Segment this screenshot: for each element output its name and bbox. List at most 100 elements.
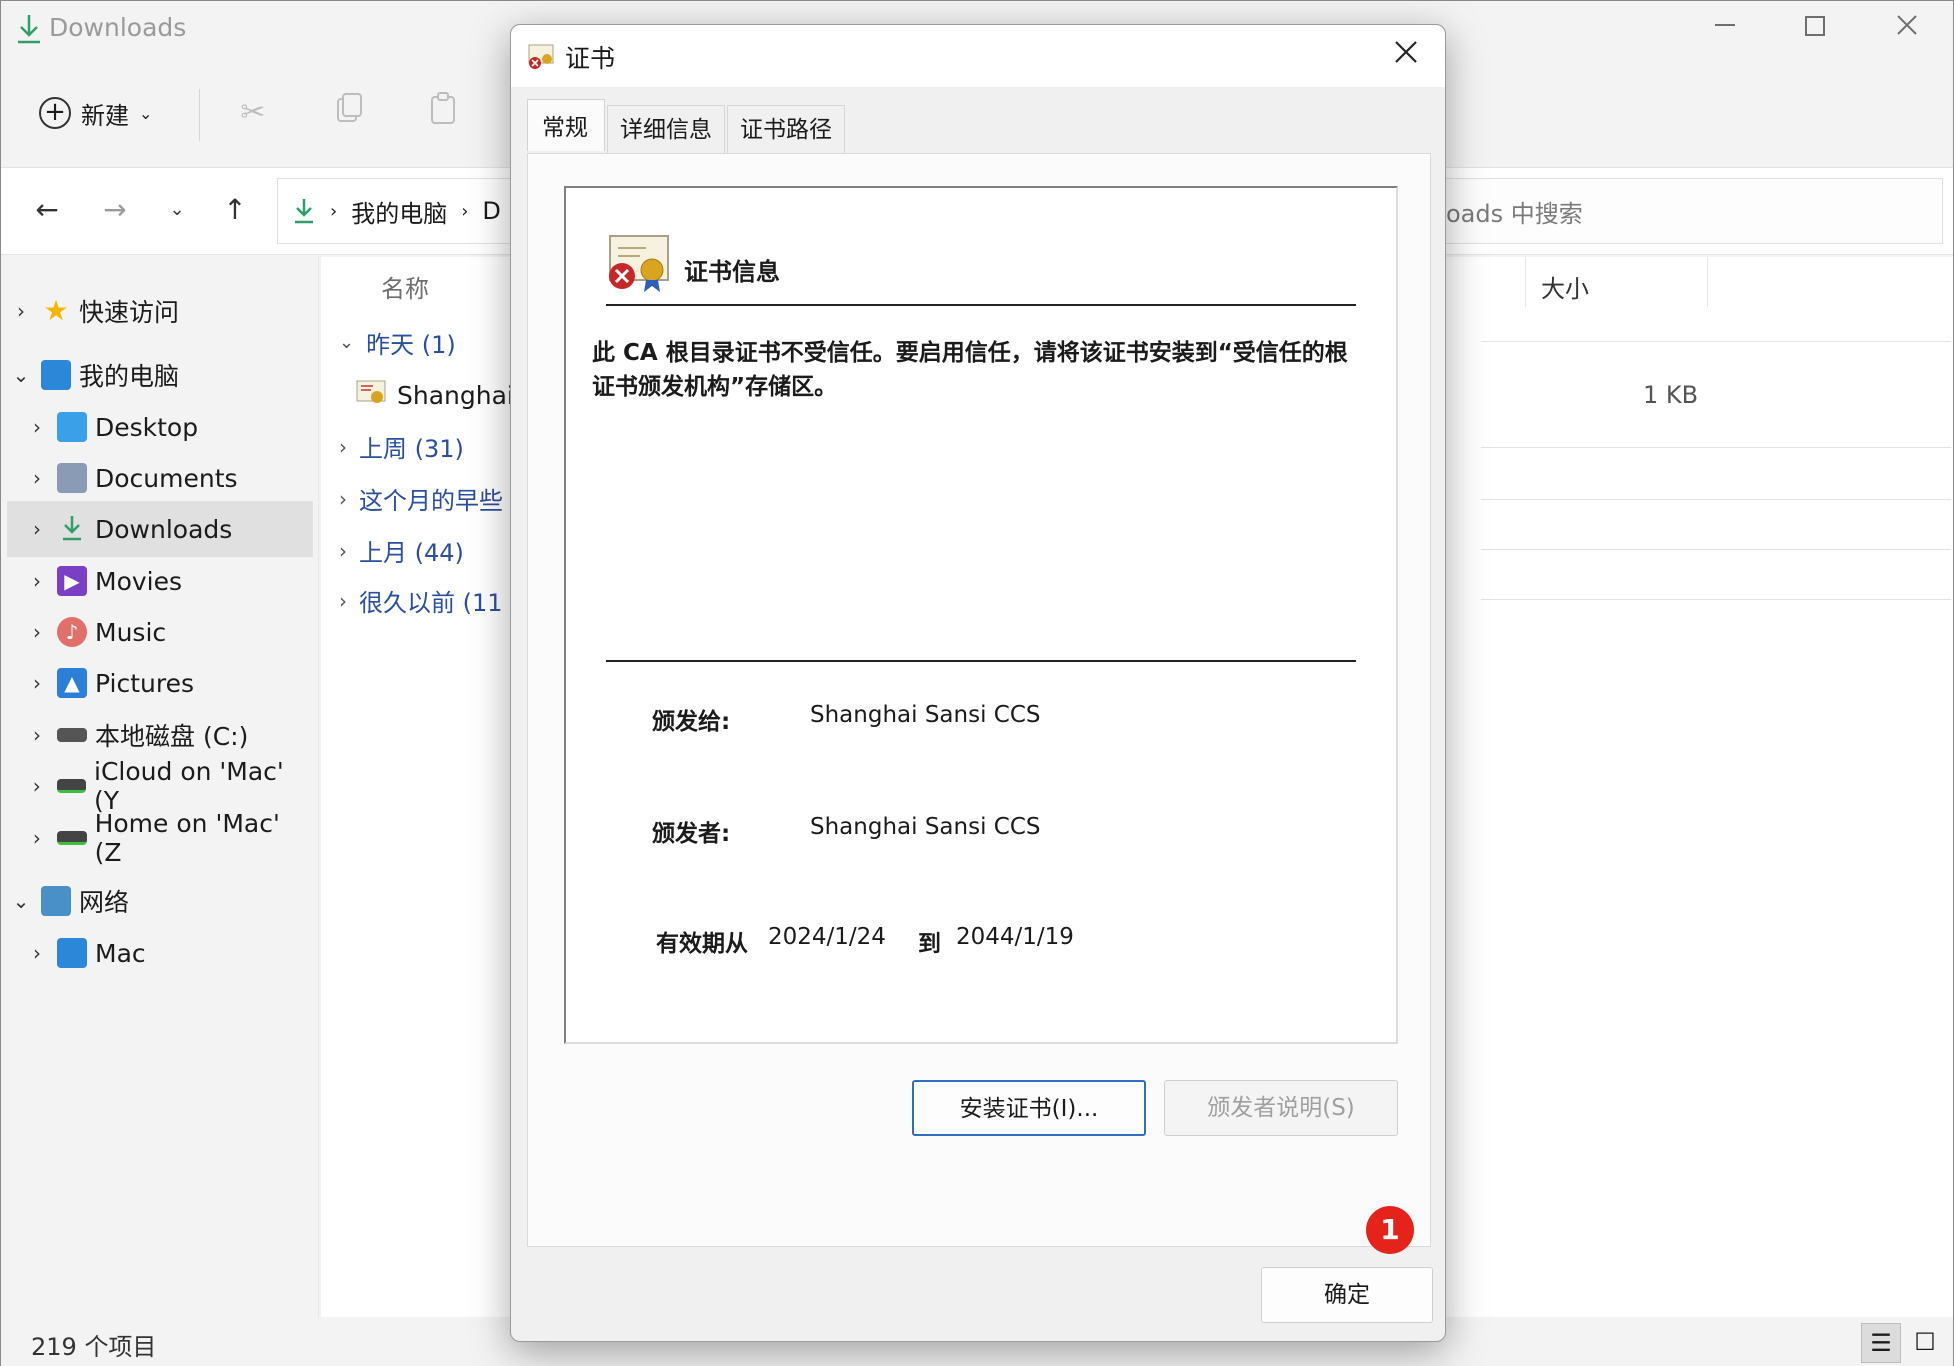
dialog-title-bar: 证书 (511, 25, 1445, 87)
maximize-button[interactable] (1785, 9, 1845, 49)
sidebar-item-pictures[interactable]: › ▲ Pictures (7, 655, 313, 711)
column-header-size[interactable]: 大小 (1541, 269, 1589, 304)
arrow-right-icon: → (103, 193, 127, 226)
close-window-button[interactable] (1877, 9, 1937, 49)
network-icon (41, 886, 71, 916)
chevron-right-icon: › (339, 538, 347, 563)
group-label: 这个月的早些 (359, 487, 503, 515)
sidebar-item-label: 网络 (79, 888, 130, 917)
monitor-icon (57, 938, 87, 968)
chevron-down-icon: ⌄ (12, 363, 30, 387)
sidebar-item-network[interactable]: ⌄ 网络 (7, 873, 313, 929)
chevron-right-icon: › (32, 774, 41, 798)
chevron-right-icon: › (33, 723, 41, 747)
maximize-icon (1805, 16, 1825, 36)
group-label: 昨天 (1) (366, 331, 456, 359)
minimize-button[interactable] (1695, 9, 1755, 49)
group-header-earlier-this-month[interactable]: › 这个月的早些 (339, 481, 503, 516)
sidebar-item-label: iCloud on 'Mac' (Y (94, 757, 284, 815)
dialog-close-button[interactable] (1385, 35, 1427, 77)
cut-button[interactable]: ✂ (231, 91, 275, 135)
install-certificate-button[interactable]: 安装证书(I)... (912, 1080, 1146, 1136)
sidebar-item-label: 快速访问 (79, 298, 180, 327)
group-header-yesterday[interactable]: ⌄ 昨天 (1) (339, 325, 456, 360)
valid-from-value: 2024/1/24 (768, 924, 886, 950)
copy-button[interactable] (327, 91, 371, 135)
tab-general[interactable]: 常规 (527, 99, 605, 151)
breadcrumb-separator-icon: › (330, 200, 338, 222)
arrow-left-icon: ← (35, 193, 59, 226)
chevron-down-icon: ⌄ (169, 199, 185, 220)
recent-locations-button[interactable]: ⌄ (157, 190, 197, 230)
forward-button[interactable]: → (95, 190, 135, 230)
issued-by-label: 颁发者: (652, 821, 731, 847)
sidebar-item-documents[interactable]: › Documents (7, 450, 313, 506)
new-button-label: 新建 (81, 101, 129, 130)
valid-from-label: 有效期从 (656, 931, 748, 957)
sidebar-item-icloud-drive[interactable]: › iCloud on 'Mac' (Y (7, 757, 313, 815)
breadcrumb-downloads[interactable]: D (482, 197, 500, 225)
up-button[interactable]: ↑ (215, 190, 255, 230)
back-button[interactable]: ← (27, 190, 67, 230)
item-count: 219 个项目 (31, 1333, 157, 1361)
certificate-file-icon (355, 377, 387, 413)
ok-button[interactable]: 确定 (1261, 1267, 1433, 1323)
sidebar-item-label: 本地磁盘 (C:) (95, 722, 249, 751)
sidebar-item-label: Pictures (95, 668, 194, 698)
group-label: 上周 (31) (359, 435, 464, 463)
tab-details[interactable]: 详细信息 (607, 105, 725, 153)
sidebar-item-local-disk[interactable]: › 本地磁盘 (C:) (7, 707, 313, 763)
valid-to-label: 到 (918, 931, 941, 957)
sidebar-item-label: Desktop (95, 412, 199, 442)
thumbnail-view-button[interactable]: ☐ (1905, 1323, 1945, 1363)
group-label: 上月 (44) (359, 539, 464, 567)
monitor-icon (41, 360, 71, 390)
group-header-long-ago[interactable]: › 很久以前 (11 (339, 583, 503, 618)
film-icon: ▶ (57, 566, 87, 596)
certificate-dialog: 证书 常规 详细信息 证书路径 证书信息 此 CA 根目录证书不受信任。要启用信… (510, 24, 1446, 1342)
chevron-right-icon: › (33, 517, 41, 541)
chevron-down-icon: ⌄ (12, 889, 30, 913)
sidebar-item-label: Mac (95, 938, 146, 968)
sidebar-item-music[interactable]: › ♪ Music (7, 604, 313, 660)
chevron-right-icon: › (33, 466, 41, 490)
valid-to-value: 2044/1/19 (956, 924, 1074, 950)
sidebar-item-quick-access[interactable]: › ★ 快速访问 (7, 283, 313, 339)
search-input[interactable]: oads 中搜索 (1441, 178, 1943, 244)
sidebar-item-home-drive[interactable]: › Home on 'Mac' (Z (7, 809, 313, 867)
close-icon (1897, 15, 1917, 35)
group-header-last-week[interactable]: › 上周 (31) (339, 429, 464, 464)
square-icon: ☐ (1914, 1328, 1936, 1356)
sidebar-item-desktop[interactable]: › Desktop (7, 399, 313, 455)
issuer-statement-button[interactable]: 颁发者说明(S) (1164, 1080, 1398, 1136)
chevron-right-icon: › (339, 434, 347, 459)
chevron-down-icon: ⌄ (139, 103, 153, 123)
address-bar[interactable]: › 我的电脑 › D (277, 178, 537, 244)
row-divider (1481, 499, 1951, 500)
sidebar-item-movies[interactable]: › ▶ Movies (7, 553, 313, 609)
row-divider (1481, 447, 1951, 448)
column-divider (1707, 257, 1708, 307)
list-icon: ☰ (1870, 1329, 1892, 1357)
sidebar-item-downloads[interactable]: › Downloads (7, 501, 313, 557)
tab-certification-path[interactable]: 证书路径 (727, 105, 845, 153)
group-header-last-month[interactable]: › 上月 (44) (339, 533, 464, 568)
paste-button[interactable] (421, 91, 465, 135)
breadcrumb-this-pc[interactable]: 我的电脑 (351, 194, 447, 229)
details-view-button[interactable]: ☰ (1861, 1323, 1901, 1363)
issued-by-value: Shanghai Sansi CCS (810, 814, 1041, 840)
arrow-up-icon: ↑ (223, 193, 247, 226)
chevron-right-icon: › (33, 941, 41, 965)
tab-panel-general: 证书信息 此 CA 根目录证书不受信任。要启用信任，请将该证书安装到“受信任的根… (527, 153, 1431, 1247)
drive-icon (57, 728, 87, 742)
certificate-info-box: 证书信息 此 CA 根目录证书不受信任。要启用信任，请将该证书安装到“受信任的根… (564, 186, 1398, 1044)
new-button[interactable]: + 新建 ⌄ (39, 91, 152, 135)
document-icon (57, 463, 87, 493)
column-header-name[interactable]: 名称 (381, 269, 429, 304)
sidebar-item-mac[interactable]: › Mac (7, 925, 313, 981)
dialog-tabs: 常规 详细信息 证书路径 (527, 99, 847, 153)
sidebar-item-label: Home on 'Mac' (Z (94, 809, 280, 867)
sidebar-item-this-pc[interactable]: ⌄ 我的电脑 (7, 347, 313, 403)
minimize-icon (1715, 24, 1735, 26)
table-row[interactable]: Shanghai (355, 377, 514, 413)
